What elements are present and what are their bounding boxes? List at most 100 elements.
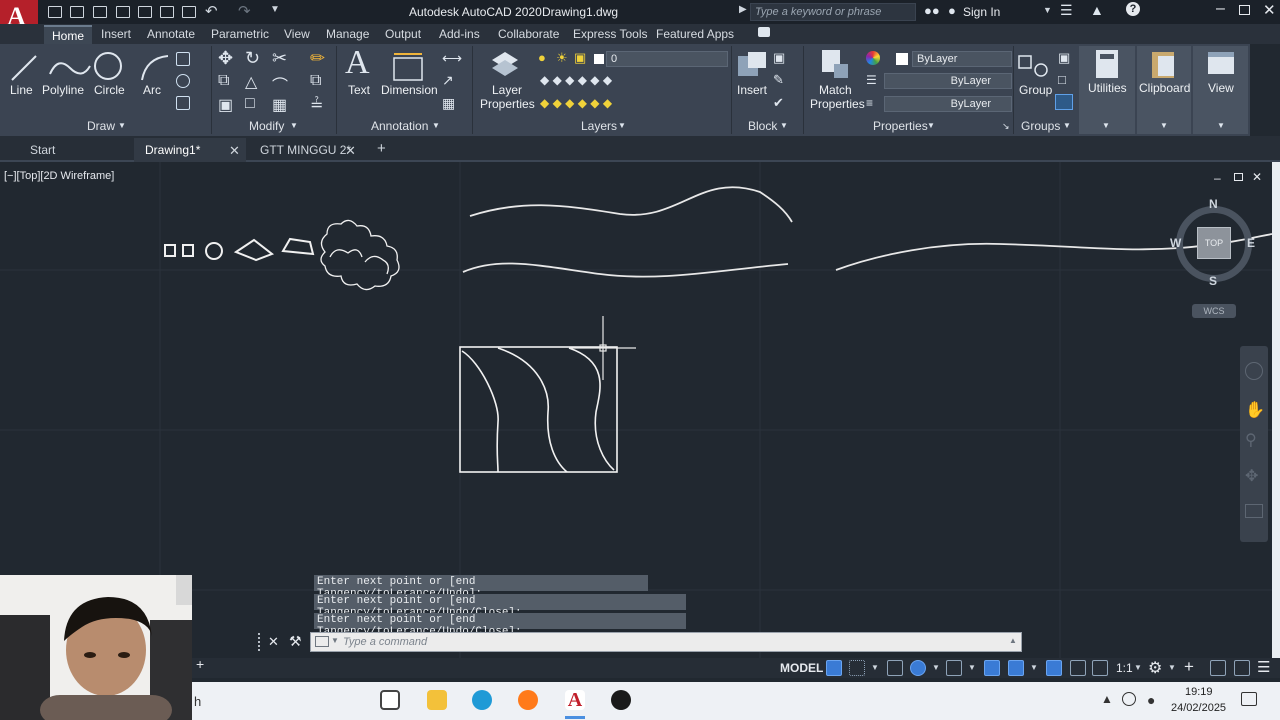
command-line-grip[interactable] [258,633,262,651]
layer-properties-icon[interactable] [488,48,522,82]
insert-icon[interactable] [736,50,770,82]
close-icon[interactable]: ✕ [1263,1,1276,19]
auto-scale-toggle[interactable] [1070,660,1086,676]
ellipse-icon[interactable] [176,74,190,88]
sign-in-link[interactable]: Sign In [963,5,1000,19]
layer-tools-row2[interactable]: ◆ ◆ ◆ ◆ ◆ ◆ [540,96,612,110]
block-dropdown-icon[interactable]: ▼ [780,121,788,130]
snap-dropdown-icon[interactable]: ▼ [871,663,879,672]
ungroup-icon[interactable]: ▣ [1058,50,1070,66]
recorder-icon[interactable] [611,690,631,710]
saveas-icon[interactable] [116,6,130,18]
rotate-icon[interactable]: ↻ [245,48,260,69]
linear-dim-icon[interactable]: ⟷ [442,50,462,67]
tab-featured-apps[interactable]: Featured Apps [656,27,734,41]
groups-dropdown-icon[interactable]: ▼ [1063,121,1071,130]
explode-icon[interactable]: ⧉ [310,72,321,90]
file-explorer-icon[interactable] [427,690,447,710]
match-properties-icon[interactable] [818,48,852,82]
offset-icon[interactable]: ≟ [310,95,323,115]
lightbulb-icon[interactable]: ● [538,50,546,65]
viewport-minimize-icon[interactable]: – [1214,171,1221,185]
exchange-icon[interactable]: ▲ [1090,2,1104,18]
mobile-icon[interactable] [160,6,174,18]
leader-icon[interactable]: ↗ [442,72,454,89]
notifications-icon[interactable] [1241,692,1257,706]
tab-home[interactable]: Home [44,25,93,45]
wcs-menu[interactable]: WCS [1192,304,1236,318]
microphone-icon[interactable]: ● [1147,692,1155,708]
modify-dropdown-icon[interactable]: ▼ [290,121,298,130]
tab-parametric[interactable]: Parametric [211,27,269,41]
create-block-icon[interactable]: ▣ [773,50,785,66]
layer-properties-button-l1[interactable]: Layer [492,83,522,97]
layer-dropdown[interactable]: 0 [606,51,728,67]
properties-panel-title[interactable]: Properties [873,119,928,133]
text-icon[interactable]: A [345,44,370,82]
mirror-icon[interactable]: △ [245,72,257,92]
match-properties-button-l2[interactable]: Properties [810,97,865,111]
cart-icon[interactable]: ☰ [1060,2,1073,19]
annotation-scale-icon[interactable] [1092,660,1108,676]
circle-button[interactable]: Circle [94,83,125,97]
firefox-icon[interactable] [518,690,538,710]
tray-chevron-icon[interactable]: ▲ [1101,692,1113,706]
modify-panel-title[interactable]: Modify [249,119,284,133]
copy-icon[interactable]: ⧉ [218,72,229,90]
calculator-icon[interactable] [1094,48,1120,80]
tab-start[interactable]: Start [30,143,55,157]
clipboard-button[interactable]: Clipboard [1139,81,1190,95]
layers-dropdown-icon[interactable]: ▼ [618,121,626,130]
compass-west[interactable]: W [1170,236,1181,250]
table-icon[interactable]: ▦ [442,95,455,112]
hatch-icon[interactable] [176,96,190,110]
text-button[interactable]: Text [348,83,370,97]
isodraft-dropdown-icon[interactable]: ▼ [968,663,976,672]
open-icon[interactable] [70,6,84,18]
trim-icon[interactable]: ✂ [272,48,287,69]
clean-screen-icon[interactable] [1234,660,1250,676]
close-tab-icon[interactable]: ✕ [229,143,240,159]
tab-gtt-minggu-2[interactable]: GTT MINGGU 2* [260,143,351,157]
orbit-icon[interactable]: ✥ [1245,466,1258,486]
tab-view[interactable]: View [284,27,310,41]
compass-south[interactable]: S [1209,274,1217,288]
polar-dropdown-icon[interactable]: ▼ [932,663,940,672]
rectangle-icon[interactable] [176,52,190,66]
tab-output[interactable]: Output [385,27,421,41]
showmotion-icon[interactable] [1245,504,1263,518]
polyline-button[interactable]: Polyline [42,83,84,97]
block-panel-title[interactable]: Block [748,119,777,133]
tab-drawing1[interactable]: Drawing1* [145,143,200,157]
layer-tools-row1[interactable]: ◆ ◆ ◆ ◆ ◆ ◆ [540,73,612,87]
layer-properties-button-l2[interactable]: Properties [480,97,535,111]
restore-icon[interactable] [1239,5,1250,15]
edit-block-icon[interactable]: ✎ [773,72,784,88]
scale-dropdown-icon[interactable]: ▼ [1134,663,1142,672]
color-dropdown[interactable]: ByLayer [912,51,1012,67]
zoom-icon[interactable]: ⚲ [1245,430,1257,450]
draw-dropdown-icon[interactable]: ▼ [118,121,126,130]
sun-icon[interactable]: ☀ [556,50,568,66]
stretch-icon[interactable]: ▣ [218,95,233,115]
workspace-dropdown-icon[interactable]: ▼ [1168,663,1176,672]
task-view-icon[interactable] [380,690,400,710]
new-tab-icon[interactable]: + [377,140,386,157]
erase-icon[interactable]: ✏ [310,48,325,69]
object-snap-dropdown-icon[interactable]: ▼ [1030,663,1038,672]
search-input[interactable]: Type a keyword or phrase [750,3,916,21]
redo-icon[interactable]: ↷ [238,2,251,20]
line-button[interactable]: Line [10,83,33,97]
snap-toggle[interactable] [849,660,865,676]
utilities-button[interactable]: Utilities [1088,81,1127,95]
new-icon[interactable] [48,6,62,18]
viewport-close-icon[interactable]: ✕ [1252,170,1262,184]
properties-launcher-icon[interactable]: ↘ [1002,121,1010,132]
model-space-button[interactable]: MODEL [780,661,823,675]
command-placeholder[interactable]: Type a command [343,636,427,648]
dimension-icon[interactable] [390,50,426,84]
command-prompt-dropdown-icon[interactable]: ▼ [331,636,339,645]
compass-north[interactable]: N [1209,197,1218,211]
scale-icon[interactable]: □ [245,95,255,113]
signin-dropdown-icon[interactable]: ▼ [1043,5,1052,15]
